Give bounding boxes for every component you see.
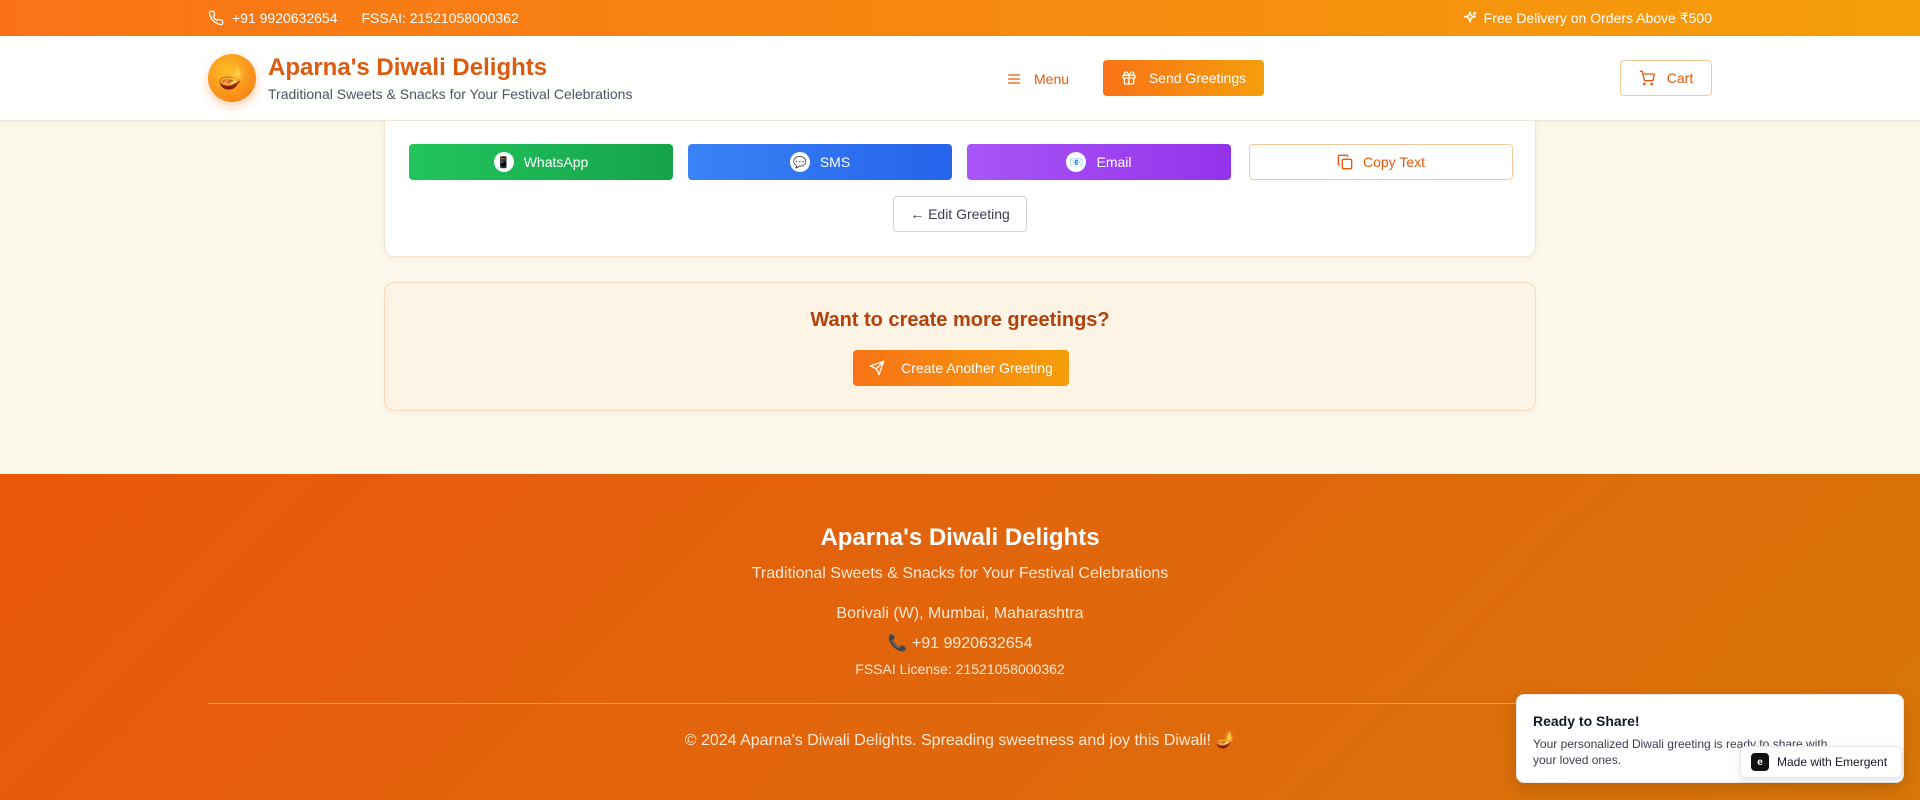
whatsapp-label: WhatsApp bbox=[523, 154, 589, 170]
top-bar-fssai: FSSAI: 21521058000362 bbox=[361, 10, 519, 26]
brand-subtitle: Traditional Sweets & Snacks for Your Fes… bbox=[268, 86, 633, 102]
send-icon bbox=[869, 360, 885, 376]
made-with-label: Made with Emergent bbox=[1777, 755, 1888, 769]
speech-bubble-icon: 💬 bbox=[789, 152, 810, 172]
send-greetings-button[interactable]: Send Greetings bbox=[1103, 60, 1264, 96]
made-with-emergent-badge[interactable]: e Made with Emergent bbox=[1740, 746, 1902, 778]
footer-subtitle: Traditional Sweets & Snacks for Your Fes… bbox=[751, 565, 1169, 582]
whatsapp-share-button[interactable]: 📱 WhatsApp bbox=[409, 144, 673, 180]
footer-fssai: FSSAI License: 21521058000362 bbox=[855, 661, 1065, 677]
gift-icon bbox=[1122, 71, 1136, 85]
footer-title: Aparna's Diwali Delights bbox=[820, 524, 1100, 551]
cart-icon bbox=[1639, 70, 1655, 86]
email-label: Email bbox=[1096, 154, 1132, 170]
toast-title: Ready to Share! bbox=[1533, 713, 1640, 729]
envelope-icon: 📧 bbox=[1066, 152, 1087, 172]
create-another-greeting-label: Create Another Greeting bbox=[901, 360, 1053, 376]
mobile-phone-icon: 📱 bbox=[493, 152, 514, 172]
cart-label: Cart bbox=[1666, 70, 1694, 86]
create-another-greeting-button[interactable]: Create Another Greeting bbox=[853, 350, 1069, 386]
share-options-card: 📱 WhatsApp 💬 SMS 📧 Email Copy Text ← Edi… bbox=[384, 121, 1536, 257]
more-greetings-title: Want to create more greetings? bbox=[810, 309, 1110, 331]
phone-icon bbox=[208, 10, 224, 26]
copy-text-button[interactable]: Copy Text bbox=[1249, 144, 1513, 180]
diya-logo-icon[interactable]: 🪔 bbox=[208, 54, 256, 102]
top-bar-contact: +91 9920632654 FSSAI: 21521058000362 bbox=[208, 0, 519, 36]
top-bar-phone: +91 9920632654 bbox=[208, 10, 338, 26]
sms-label: SMS bbox=[819, 154, 851, 170]
menu-label: Menu bbox=[1034, 71, 1070, 87]
sparkles-icon bbox=[1463, 11, 1477, 23]
top-bar-phone-text: +91 9920632654 bbox=[232, 10, 338, 26]
send-greetings-label: Send Greetings bbox=[1148, 70, 1247, 86]
email-share-button[interactable]: 📧 Email bbox=[967, 144, 1231, 180]
copy-icon bbox=[1337, 154, 1353, 170]
emergent-logo-icon: e bbox=[1751, 753, 1769, 771]
footer-divider bbox=[208, 703, 1712, 704]
site-header: 🪔 Aparna's Diwali Delights Traditional S… bbox=[0, 36, 1920, 121]
edit-greeting-button[interactable]: ← Edit Greeting bbox=[893, 196, 1027, 232]
logo-glyph: 🪔 bbox=[218, 65, 246, 90]
menu-button[interactable]: Menu bbox=[1000, 62, 1075, 96]
cart-button[interactable]: Cart bbox=[1620, 60, 1712, 96]
top-bar-delivery: Free Delivery on Orders Above ₹500 bbox=[1462, 0, 1712, 36]
footer-address: Borivali (W), Mumbai, Maharashtra bbox=[836, 605, 1084, 622]
top-bar-delivery-text: Free Delivery on Orders Above ₹500 bbox=[1483, 9, 1712, 26]
menu-icon bbox=[1008, 74, 1020, 84]
brand-title[interactable]: Aparna's Diwali Delights bbox=[268, 54, 547, 82]
top-bar: +91 9920632654 FSSAI: 21521058000362 Fre… bbox=[0, 0, 1920, 36]
more-greetings-card: Want to create more greetings? Create An… bbox=[384, 282, 1536, 411]
copy-text-label: Copy Text bbox=[1363, 154, 1425, 170]
footer-phone[interactable]: 📞 +91 9920632654 bbox=[0, 633, 1920, 653]
sms-share-button[interactable]: 💬 SMS bbox=[688, 144, 952, 180]
